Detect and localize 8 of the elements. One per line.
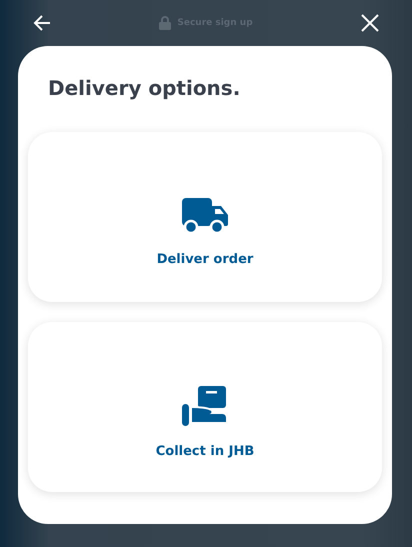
- close-button[interactable]: [360, 13, 380, 33]
- lock-icon: [159, 16, 172, 30]
- truck-icon: [182, 198, 228, 234]
- option-card[interactable]: Deliver order: [28, 132, 382, 302]
- hand-box-icon: [182, 386, 228, 426]
- option-card[interactable]: Collect in JHB: [28, 322, 382, 492]
- modal-title: Delivery options.: [48, 76, 242, 100]
- back-button[interactable]: [32, 13, 52, 33]
